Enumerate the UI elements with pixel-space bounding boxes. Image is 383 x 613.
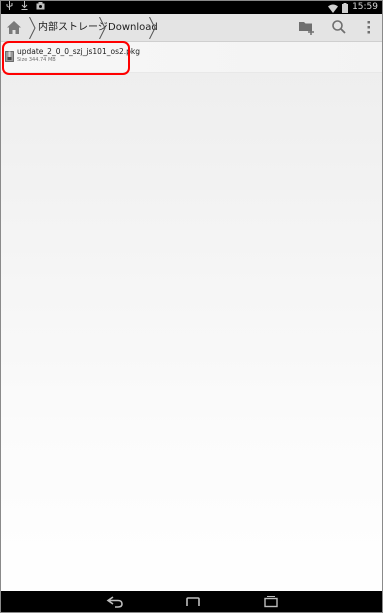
search-icon[interactable] <box>330 18 348 36</box>
breadcrumb-separator-icon <box>149 17 156 39</box>
breadcrumb-internal-storage[interactable]: 内部ストレージ <box>38 14 108 41</box>
navigation-bar <box>1 591 382 612</box>
recents-icon[interactable] <box>262 594 280 608</box>
clock: 15:59 <box>352 2 378 12</box>
photo-icon <box>36 1 45 14</box>
app-frame: 15:59 内部ストレージ Download update_2_0_0_szj_… <box>0 0 383 613</box>
status-bar: 15:59 <box>1 1 382 14</box>
usb-icon <box>6 1 13 14</box>
breadcrumb-separator-icon <box>29 17 36 39</box>
overflow-menu-icon[interactable] <box>360 18 378 36</box>
back-icon[interactable] <box>106 594 124 608</box>
home-icon[interactable] <box>6 20 22 35</box>
home-icon[interactable] <box>184 594 202 608</box>
highlight-annotation <box>2 41 130 75</box>
system-icons: 15:59 <box>328 2 378 13</box>
download-icon <box>21 1 28 14</box>
new-folder-icon[interactable] <box>298 18 316 36</box>
action-bar: 内部ストレージ Download <box>1 14 382 42</box>
notification-icons <box>6 1 45 14</box>
breadcrumb-separator-icon <box>99 17 106 39</box>
